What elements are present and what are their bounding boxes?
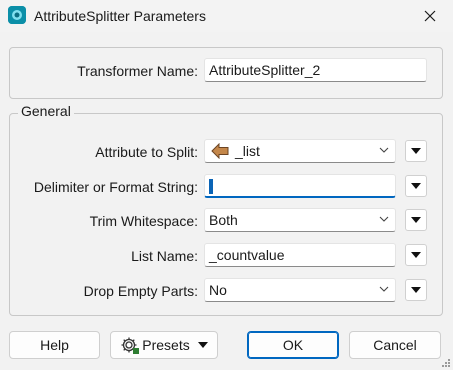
attribute-to-split-select[interactable]: _list xyxy=(204,139,396,163)
chevron-down-icon xyxy=(379,286,389,292)
list-name-menu-button[interactable] xyxy=(405,244,427,266)
trim-whitespace-select[interactable]: Both xyxy=(204,208,396,232)
presets-button[interactable]: Presets xyxy=(110,331,218,359)
triangle-down-icon xyxy=(411,183,421,189)
presets-button-label: Presets xyxy=(142,337,190,353)
triangle-down-icon xyxy=(411,287,421,293)
trim-whitespace-label: Trim Whitespace: xyxy=(89,213,198,229)
delimiter-input[interactable] xyxy=(204,174,396,198)
trim-whitespace-value: Both xyxy=(209,212,238,228)
trim-whitespace-menu-button[interactable] xyxy=(405,209,427,231)
triangle-down-icon xyxy=(411,148,421,154)
chevron-down-icon xyxy=(379,147,389,153)
text-caret xyxy=(209,179,213,194)
triangle-down-icon xyxy=(197,342,208,348)
help-button[interactable]: Help xyxy=(9,331,100,359)
cancel-button[interactable]: Cancel xyxy=(349,331,441,359)
delimiter-menu-button[interactable] xyxy=(405,175,427,197)
drop-empty-parts-label: Drop Empty Parts: xyxy=(83,283,198,299)
gear-icon xyxy=(121,337,140,354)
help-button-label: Help xyxy=(40,337,69,353)
attribute-to-split-value: _list xyxy=(235,143,260,159)
chevron-down-icon xyxy=(379,216,389,222)
attribute-arrow-icon xyxy=(211,143,229,159)
cancel-button-label: Cancel xyxy=(373,337,417,353)
delimiter-label: Delimiter or Format String: xyxy=(33,179,198,195)
attribute-to-split-menu-button[interactable] xyxy=(405,140,427,162)
list-name-input[interactable]: _countvalue xyxy=(204,243,396,267)
close-button[interactable] xyxy=(413,2,447,30)
triangle-down-icon xyxy=(411,252,421,258)
transformer-name-label: Transformer Name: xyxy=(77,63,198,79)
list-name-label: List Name: xyxy=(131,248,198,264)
triangle-down-icon xyxy=(411,217,421,223)
transformer-name-input[interactable]: AttributeSplitter_2 xyxy=(204,58,427,82)
transformer-name-value: AttributeSplitter_2 xyxy=(209,62,321,78)
ok-button-label: OK xyxy=(282,337,304,353)
ok-button[interactable]: OK xyxy=(247,331,339,359)
app-icon xyxy=(8,6,26,24)
list-name-value: _countvalue xyxy=(209,247,285,263)
drop-empty-parts-select[interactable]: No xyxy=(204,278,396,302)
close-icon xyxy=(424,10,436,22)
attribute-to-split-label: Attribute to Split: xyxy=(95,144,198,160)
drop-empty-parts-menu-button[interactable] xyxy=(405,279,427,301)
title-bar: AttributeSplitter Parameters xyxy=(0,0,453,32)
general-group-legend: General xyxy=(18,103,74,119)
resize-grip-icon[interactable] xyxy=(441,358,451,368)
drop-empty-parts-value: No xyxy=(209,282,227,298)
window-title: AttributeSplitter Parameters xyxy=(34,8,206,24)
